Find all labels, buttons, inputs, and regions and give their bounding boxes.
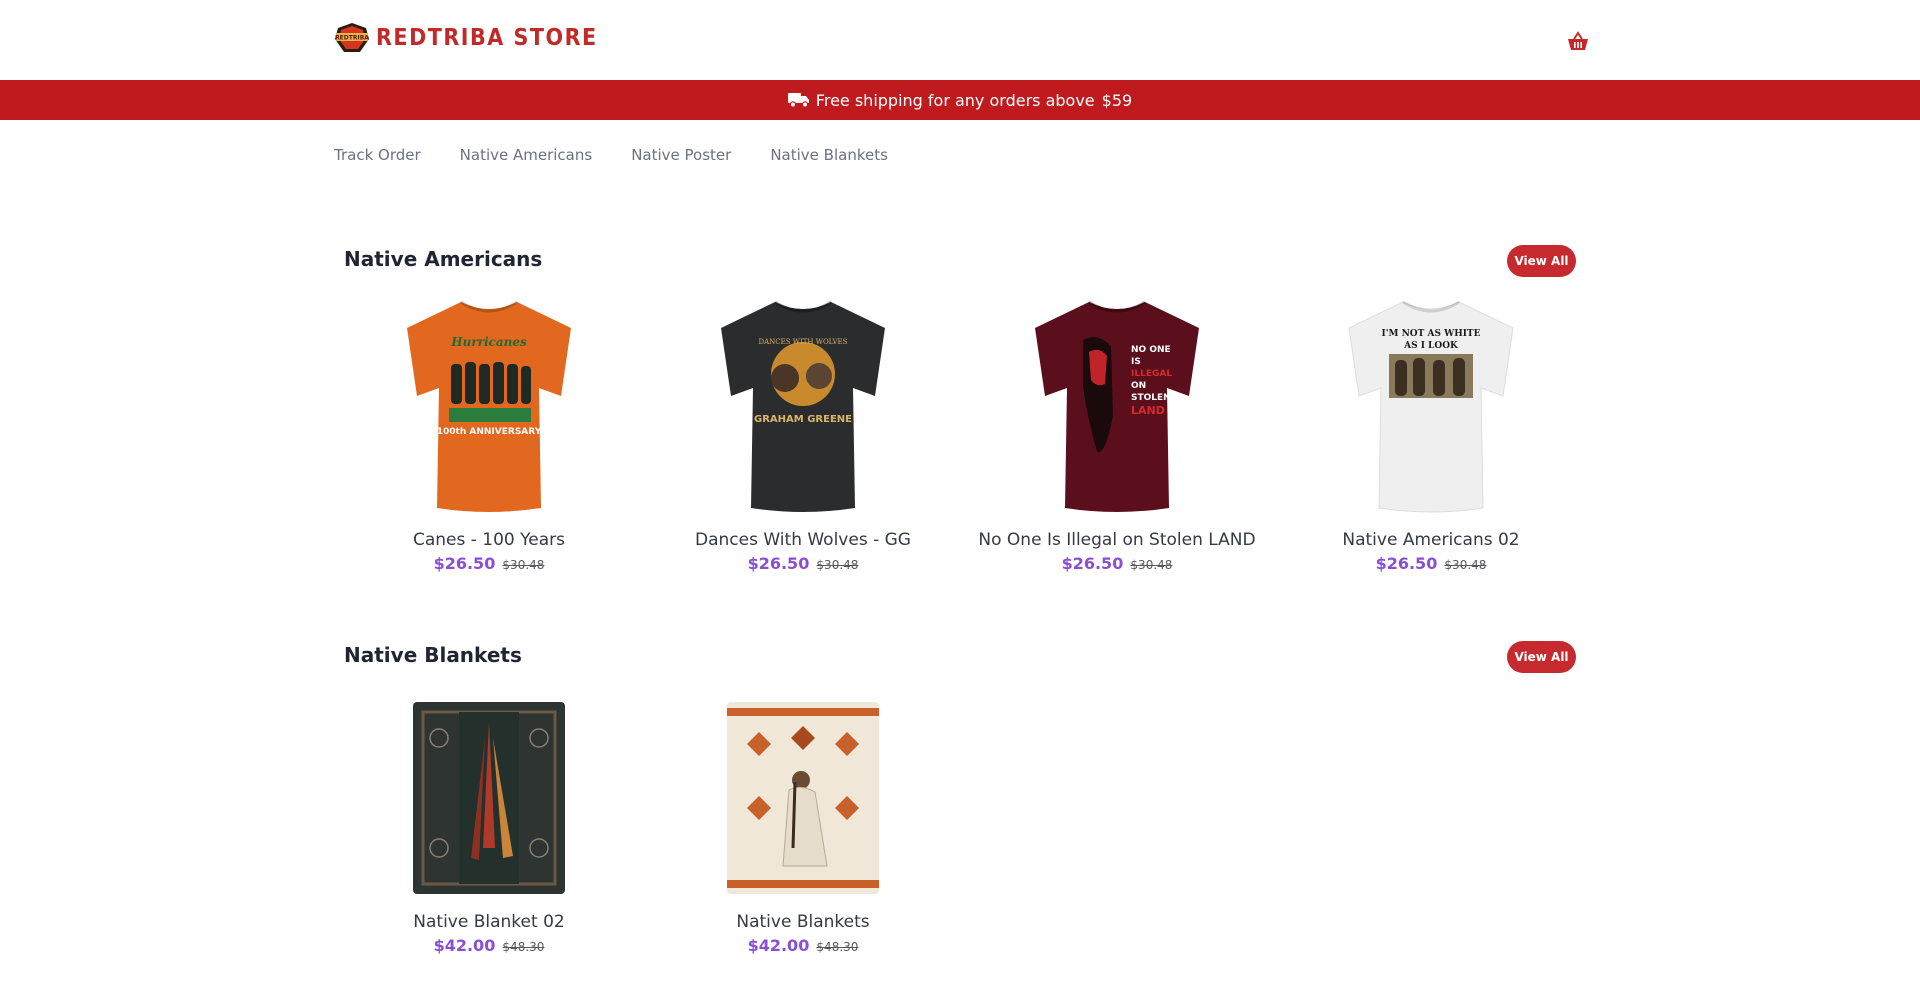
svg-text:DANCES WITH WOLVES: DANCES WITH WOLVES [759,338,848,346]
banner-text: Free shipping for any orders above [815,90,1095,110]
product-card[interactable]: Native Blanket 02 $42.00 $48.30 [339,698,639,955]
product-image [727,702,879,894]
tshirt-shape [721,302,885,512]
product-name: Native Blankets [736,912,870,932]
nav-track-order[interactable]: Track Order [334,146,421,164]
section-title-native-blankets: Native Blankets [344,643,522,667]
store-name: REDTRIBA STORE [376,25,598,51]
view-all-native-blankets-button[interactable]: View All [1507,641,1576,673]
product-old-price: $30.48 [1130,558,1173,572]
price-line: $26.50 $30.48 [653,554,953,573]
svg-text:STOLEN: STOLEN [1131,393,1171,403]
truck-icon [787,93,809,108]
product-name: Native Americans 02 [1342,530,1520,550]
product-price: $42.00 [747,936,810,955]
product-card[interactable]: I'M NOT AS WHITE AS I LOOK Native Americ… [1281,296,1581,573]
shipping-banner: Free shipping for any orders above $59 [0,80,1920,120]
product-name: Native Blanket 02 [413,912,565,932]
product-name: Canes - 100 Years [412,530,566,550]
product-old-price: $48.30 [502,940,545,954]
product-price: $42.00 [433,936,496,955]
product-price: $26.50 [747,554,810,573]
svg-text:AS I LOOK: AS I LOOK [1403,341,1459,351]
tshirt-shape [407,302,571,512]
nav-native-poster[interactable]: Native Poster [631,146,731,164]
price-line: $42.00 $48.30 [339,936,639,955]
product-price: $26.50 [1061,554,1124,573]
logo-badge-text: REDTRIBA [335,35,369,42]
product-name: No One Is Illegal on Stolen LAND [978,530,1256,550]
nav-native-blankets[interactable]: Native Blankets [770,146,888,164]
main-nav: Track Order Native Americans Native Post… [334,146,888,164]
svg-text:ILLEGAL: ILLEGAL [1131,369,1172,379]
product-image [413,702,565,894]
product-old-price: $30.48 [816,558,859,572]
store-logo[interactable]: REDTRIBA REDTRIBA STORE [332,22,598,54]
product-card[interactable]: Native Blankets $42.00 $48.30 [653,698,953,955]
tshirt-shape [1035,302,1199,512]
svg-text:Hurricanes: Hurricanes [450,335,527,349]
store-logo-badge-icon: REDTRIBA [335,23,369,52]
svg-text:LAND: LAND [1131,404,1165,417]
product-old-price: $30.48 [1444,558,1487,572]
product-name: Dances With Wolves - GG [695,530,911,550]
product-card[interactable]: Hurricanes 100th ANNIVERSARY Canes - 100… [339,296,639,573]
price-line: $26.50 $30.48 [1281,554,1581,573]
product-card[interactable]: NO ONE IS ILLEGAL ON STOLEN LAND No One … [967,296,1267,573]
product-price: $26.50 [1375,554,1438,573]
site-header: REDTRIBA REDTRIBA STORE [0,0,1920,80]
product-image: NO ONE IS ILLEGAL ON STOLEN LAND [1035,300,1199,512]
price-line: $42.00 $48.30 [653,936,953,955]
banner-amount: $59 [1101,90,1133,110]
product-image: Hurricanes 100th ANNIVERSARY [407,300,571,512]
product-old-price: $48.30 [816,940,859,954]
price-line: $26.50 $30.48 [967,554,1267,573]
product-card[interactable]: DANCES WITH WOLVES GRAHAM GREENE Dances … [653,296,953,573]
nav-native-americans[interactable]: Native Americans [460,146,593,164]
product-image: DANCES WITH WOLVES GRAHAM GREENE [721,300,885,512]
print-text: GRAHAM GREENE [754,414,852,425]
product-price: $26.50 [433,554,496,573]
print-text: 100th ANNIVERSARY [437,427,542,437]
shopping-basket-icon[interactable] [1566,30,1590,52]
svg-text:I'M NOT AS WHITE: I'M NOT AS WHITE [1382,329,1481,339]
svg-text:NO ONE: NO ONE [1131,345,1171,355]
view-all-native-americans-button[interactable]: View All [1507,245,1576,277]
product-old-price: $30.48 [502,558,545,572]
product-image: I'M NOT AS WHITE AS I LOOK [1348,300,1514,513]
section-title-native-americans: Native Americans [344,247,543,271]
price-line: $26.50 $30.48 [339,554,639,573]
svg-text:ON: ON [1131,381,1146,391]
svg-text:IS: IS [1131,357,1141,367]
